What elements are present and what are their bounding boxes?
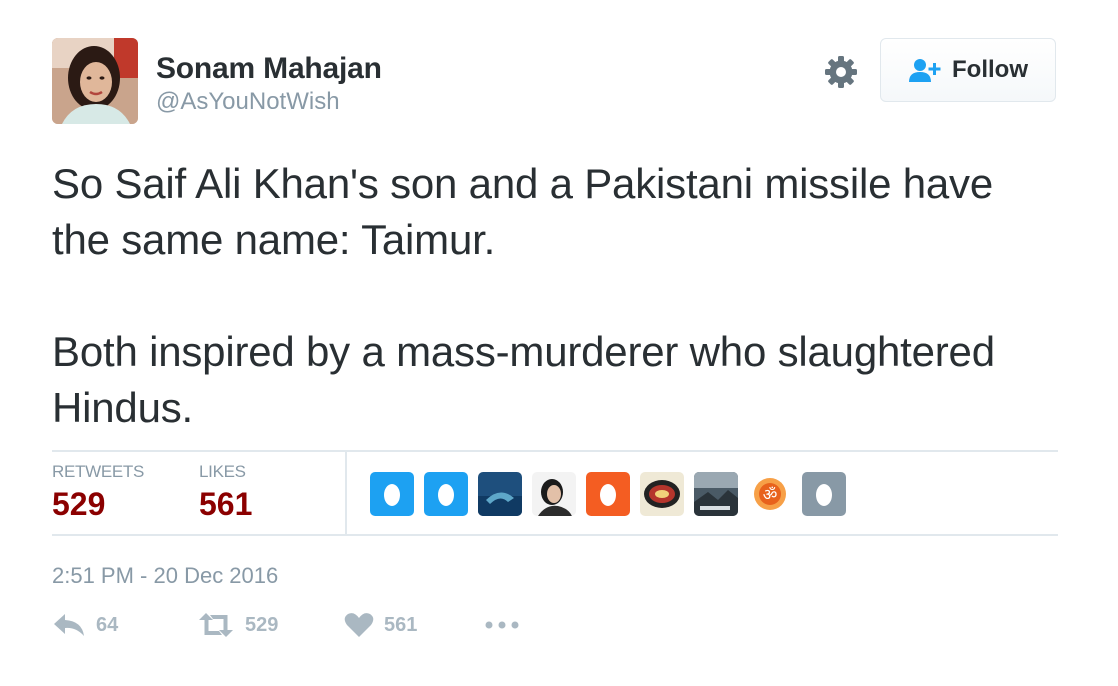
like-button[interactable]: 561 — [344, 612, 417, 638]
gear-icon[interactable] — [823, 54, 859, 90]
reply-icon — [52, 612, 86, 638]
like-count: 561 — [384, 613, 418, 636]
tweet-timestamp[interactable]: 2:51 PM - 20 Dec 2016 — [52, 563, 278, 589]
retweet-button[interactable]: 529 — [197, 612, 278, 638]
likes-label: LIKES — [199, 462, 246, 481]
tweet-paragraph-1: So Saif Ali Khan's son and a Pakistani m… — [52, 160, 994, 263]
liker-avatar-7[interactable] — [694, 472, 738, 516]
likes-value: 561 — [199, 486, 253, 522]
retweet-count: 529 — [245, 613, 279, 636]
follow-label: Follow — [952, 56, 1028, 83]
liker-avatar-9[interactable] — [802, 472, 846, 516]
likers-avatars: ॐ — [370, 472, 846, 516]
stats-separator — [345, 452, 347, 534]
more-dots-icon — [484, 612, 520, 638]
heart-icon — [344, 612, 374, 638]
user-name[interactable]: Sonam Mahajan — [156, 52, 382, 86]
liker-avatar-6[interactable] — [640, 472, 684, 516]
follow-button[interactable]: Follow — [880, 38, 1056, 102]
liker-avatar-8[interactable]: ॐ — [748, 472, 792, 516]
liker-avatar-3[interactable] — [478, 472, 522, 516]
liker-avatar-2[interactable] — [424, 472, 468, 516]
retweets-label: RETWEETS — [52, 462, 145, 481]
tweet-paragraph-2: Both inspired by a mass-murderer who sla… — [52, 328, 995, 431]
likes-stat[interactable]: LIKES 561 — [199, 462, 252, 523]
reply-count: 64 — [96, 613, 119, 636]
liker-avatar-5[interactable] — [586, 472, 630, 516]
reply-button[interactable]: 64 — [52, 612, 118, 638]
svg-text:ॐ: ॐ — [763, 485, 778, 504]
tweet-stats: RETWEETS 529 LIKES 561 ॐ — [52, 452, 1058, 534]
divider-bottom — [52, 534, 1058, 536]
tweet-text: So Saif Ali Khan's son and a Pakistani m… — [52, 156, 1052, 436]
retweet-icon — [197, 612, 235, 638]
more-button[interactable] — [484, 612, 520, 638]
add-user-icon — [908, 57, 942, 83]
retweets-stat[interactable]: RETWEETS 529 — [52, 462, 144, 523]
liker-avatar-4[interactable] — [532, 472, 576, 516]
user-handle[interactable]: @AsYouNotWish — [156, 88, 340, 116]
retweets-value: 529 — [52, 486, 106, 522]
user-avatar[interactable] — [52, 38, 138, 124]
liker-avatar-1[interactable] — [370, 472, 414, 516]
tweet-card: Sonam Mahajan @AsYouNotWish Follow So Sa… — [0, 0, 1118, 686]
